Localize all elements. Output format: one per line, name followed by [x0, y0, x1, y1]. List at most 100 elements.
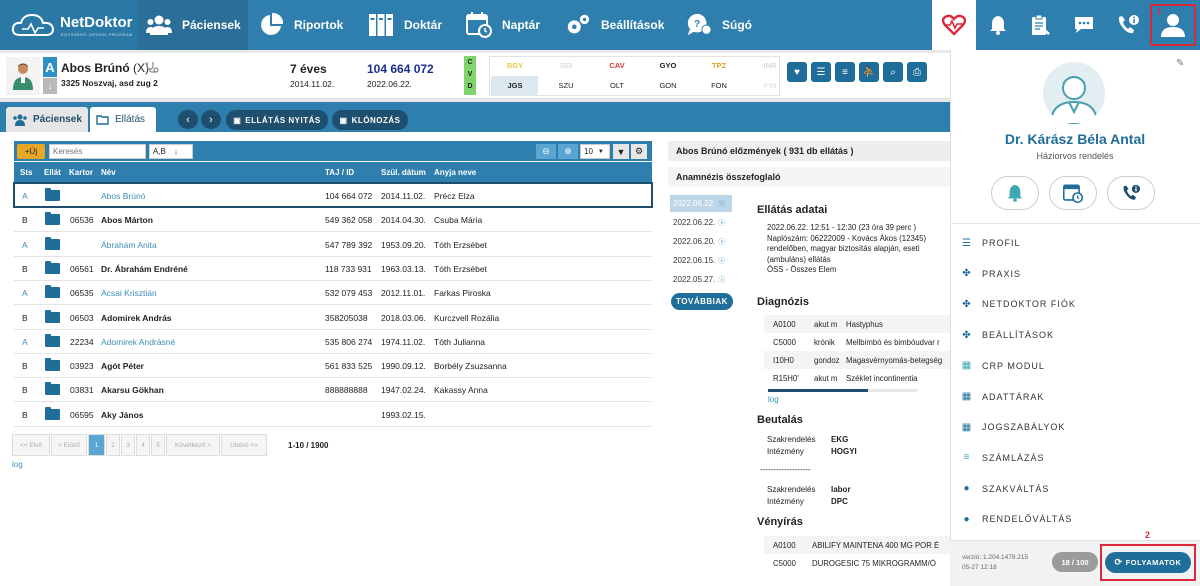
pager-button[interactable]: 3	[121, 434, 135, 456]
row-name[interactable]: Akarsu Gökhan	[101, 385, 164, 395]
nav-doktar[interactable]: Doktár	[368, 0, 458, 50]
anamnesis-title[interactable]: Anamnézis összefoglaló	[676, 172, 781, 182]
filter-button[interactable]: ▼	[613, 144, 629, 159]
health-heart-button[interactable]	[932, 0, 976, 50]
profile-menu-item[interactable]: ● RENDELŐVÁLTÁS	[962, 509, 1072, 529]
col-kartor[interactable]: Kartor	[69, 168, 93, 177]
history-date-item[interactable]: 2022.06.20. ⓧ	[670, 233, 732, 250]
nav-calendar[interactable]: Naptár	[466, 0, 556, 50]
profile-menu-item[interactable]: ✤ NETDOKTOR FIÓK	[962, 294, 1076, 314]
table-row[interactable]: A Abos Brúnó 104 664 072 2014.11.02. Précz E…	[14, 184, 652, 208]
row-name[interactable]: Acsai Krisztián	[101, 288, 157, 298]
zoom-in-button[interactable]: ⊕	[558, 144, 578, 159]
history-date-item[interactable]: 2022.06.22. ⓧ	[670, 195, 732, 212]
tab-care[interactable]: Ellátás	[90, 107, 156, 132]
tool-button[interactable]: ⎙	[907, 62, 927, 82]
col-ellat[interactable]: Ellát	[44, 168, 61, 177]
table-row[interactable]: B 03831 Akarsu Gökhan 888888888 1947.02.24. K…	[14, 378, 652, 403]
notifications-button[interactable]	[976, 0, 1020, 50]
next-button[interactable]: ›	[201, 110, 221, 129]
col-sts[interactable]: Sts	[20, 168, 32, 177]
status-filter-select[interactable]: A,B ↓	[149, 144, 193, 159]
lab-code[interactable]: OLT	[594, 81, 640, 90]
profile-menu-item[interactable]: ● SZAKVÁLTÁS	[962, 479, 1049, 499]
row-name[interactable]: Dr. Ábrahám Endréné	[101, 264, 188, 274]
profile-menu-item[interactable]: ▦ CRP MODUL	[962, 356, 1045, 376]
table-row[interactable]: A 22234 Adomirek Andrásné 535 806 274 1974.1…	[14, 329, 652, 354]
history-date-item[interactable]: 2022.06.22. ⓧ	[670, 214, 732, 231]
pager-button[interactable]: < Előző	[51, 434, 87, 456]
folder-icon[interactable]	[45, 406, 60, 420]
folder-icon[interactable]	[45, 212, 60, 226]
col-mother[interactable]: Anyja neve	[434, 168, 476, 177]
folder-icon[interactable]	[45, 236, 60, 250]
prev-button[interactable]: ‹	[178, 110, 198, 129]
logo[interactable]: NetDoktor EGYSZERŰ ORVOSI PROGRAM	[0, 0, 138, 50]
new-patient-button[interactable]: +Új	[17, 144, 45, 159]
lab-code[interactable]: GON	[645, 81, 691, 90]
folder-icon[interactable]	[45, 309, 60, 323]
col-birth[interactable]: Szül. dátum	[381, 168, 426, 177]
profile-notifications-button[interactable]	[991, 176, 1039, 210]
processes-button[interactable]: ⟳ FOLYAMATOK	[1105, 552, 1191, 573]
messages-button[interactable]	[1062, 0, 1106, 50]
row-name[interactable]: Ábrahám Anita	[101, 240, 157, 250]
col-taj[interactable]: TAJ / ID	[325, 168, 354, 177]
profile-menu-item[interactable]: ▦ ADATTÁRAK	[962, 387, 1044, 407]
table-row[interactable]: B 06503 Adomirek András 358205038 2018.03.06…	[14, 305, 652, 330]
pager-button[interactable]: << Első	[12, 434, 50, 456]
table-row[interactable]: B 06536 Abos Márton 549 362 058 2014.04.30. C…	[14, 208, 652, 233]
open-care-button[interactable]: ▣ ELLÁTÁS NYITÁS	[226, 110, 328, 130]
row-name[interactable]: Aky János	[101, 410, 144, 420]
lab-code[interactable]: FON	[696, 81, 742, 90]
row-name[interactable]: Adomirek András	[101, 313, 172, 323]
lab-code[interactable]: JGS	[492, 81, 538, 90]
patient-name[interactable]: Abos Brúnó	[61, 61, 130, 75]
tool-button[interactable]: ☰	[811, 62, 831, 82]
lab-code[interactable]: CAV	[594, 61, 640, 70]
nav-patients[interactable]: Páciensek	[138, 0, 248, 50]
patient-expand-button[interactable]: ↓	[43, 78, 57, 94]
lab-code[interactable]: PIN	[747, 81, 793, 90]
pager-button[interactable]: Utolsó >>	[221, 434, 267, 456]
lab-code[interactable]: SEI	[543, 61, 589, 70]
profile-menu-item[interactable]: ▦ JOGSZABÁLYOK	[962, 417, 1065, 437]
table-row[interactable]: B 03923 Agót Péter 561 833 525 1990.09.12. Bo…	[14, 354, 652, 379]
nav-settings[interactable]: Beállítások	[565, 0, 675, 50]
table-row[interactable]: B 06595 Aky János 1993.02.15.	[14, 402, 652, 427]
diagnosis-log-link[interactable]: log	[768, 395, 779, 404]
more-button[interactable]: TOVÁBBIAK	[671, 293, 733, 310]
table-row[interactable]: B 06561 Dr. Ábrahám Endréné 118 733 931 1963…	[14, 256, 652, 281]
scrollbar-thumb[interactable]	[768, 389, 868, 392]
col-name[interactable]: Név	[101, 168, 116, 177]
lab-code[interactable]: TPZ	[696, 61, 742, 70]
tool-button[interactable]: ⛹	[859, 62, 879, 82]
history-date-item[interactable]: 2022.05.27. ⓧ	[670, 271, 732, 288]
folder-icon[interactable]	[45, 188, 60, 201]
folder-icon[interactable]	[45, 285, 60, 299]
zoom-out-button[interactable]: ⊖	[536, 144, 556, 159]
pager-button[interactable]: 2	[106, 434, 120, 456]
lab-code[interactable]: GYO	[645, 61, 691, 70]
cvd-indicator[interactable]: C V D	[464, 56, 476, 95]
row-name[interactable]: Agót Péter	[101, 361, 144, 371]
tab-patients[interactable]: Páciensek	[6, 107, 88, 132]
phone-info-button[interactable]	[1106, 0, 1150, 50]
profile-menu-item[interactable]: ☰ PROFIL	[962, 233, 1021, 253]
nav-reports[interactable]: Riportok	[258, 0, 358, 50]
pager-button[interactable]: 5	[151, 434, 165, 456]
list-settings-button[interactable]: ⚙	[631, 144, 647, 159]
profile-menu-item[interactable]: ✤ PRAXIS	[962, 264, 1021, 284]
row-name[interactable]: Abos Brúnó	[101, 191, 145, 201]
folder-icon[interactable]	[45, 333, 60, 347]
pager-button[interactable]: Következő >	[166, 434, 220, 456]
table-row[interactable]: A Ábrahám Anita 547 789 392 1953.09.20. Tóth…	[14, 232, 652, 257]
diagnosis-scrollbar[interactable]	[768, 389, 918, 392]
folder-icon[interactable]	[45, 260, 60, 274]
page-size-select[interactable]: 10 ▼	[580, 144, 610, 159]
folder-icon[interactable]	[45, 382, 60, 396]
row-name[interactable]: Abos Márton	[101, 215, 153, 225]
profile-menu-item[interactable]: ≡ SZÁMLÁZÁS	[962, 448, 1045, 468]
table-row[interactable]: A 06535 Acsai Krisztián 532 079 453 2012.11.…	[14, 281, 652, 306]
pencil-icon[interactable]: ✎	[1176, 58, 1184, 69]
